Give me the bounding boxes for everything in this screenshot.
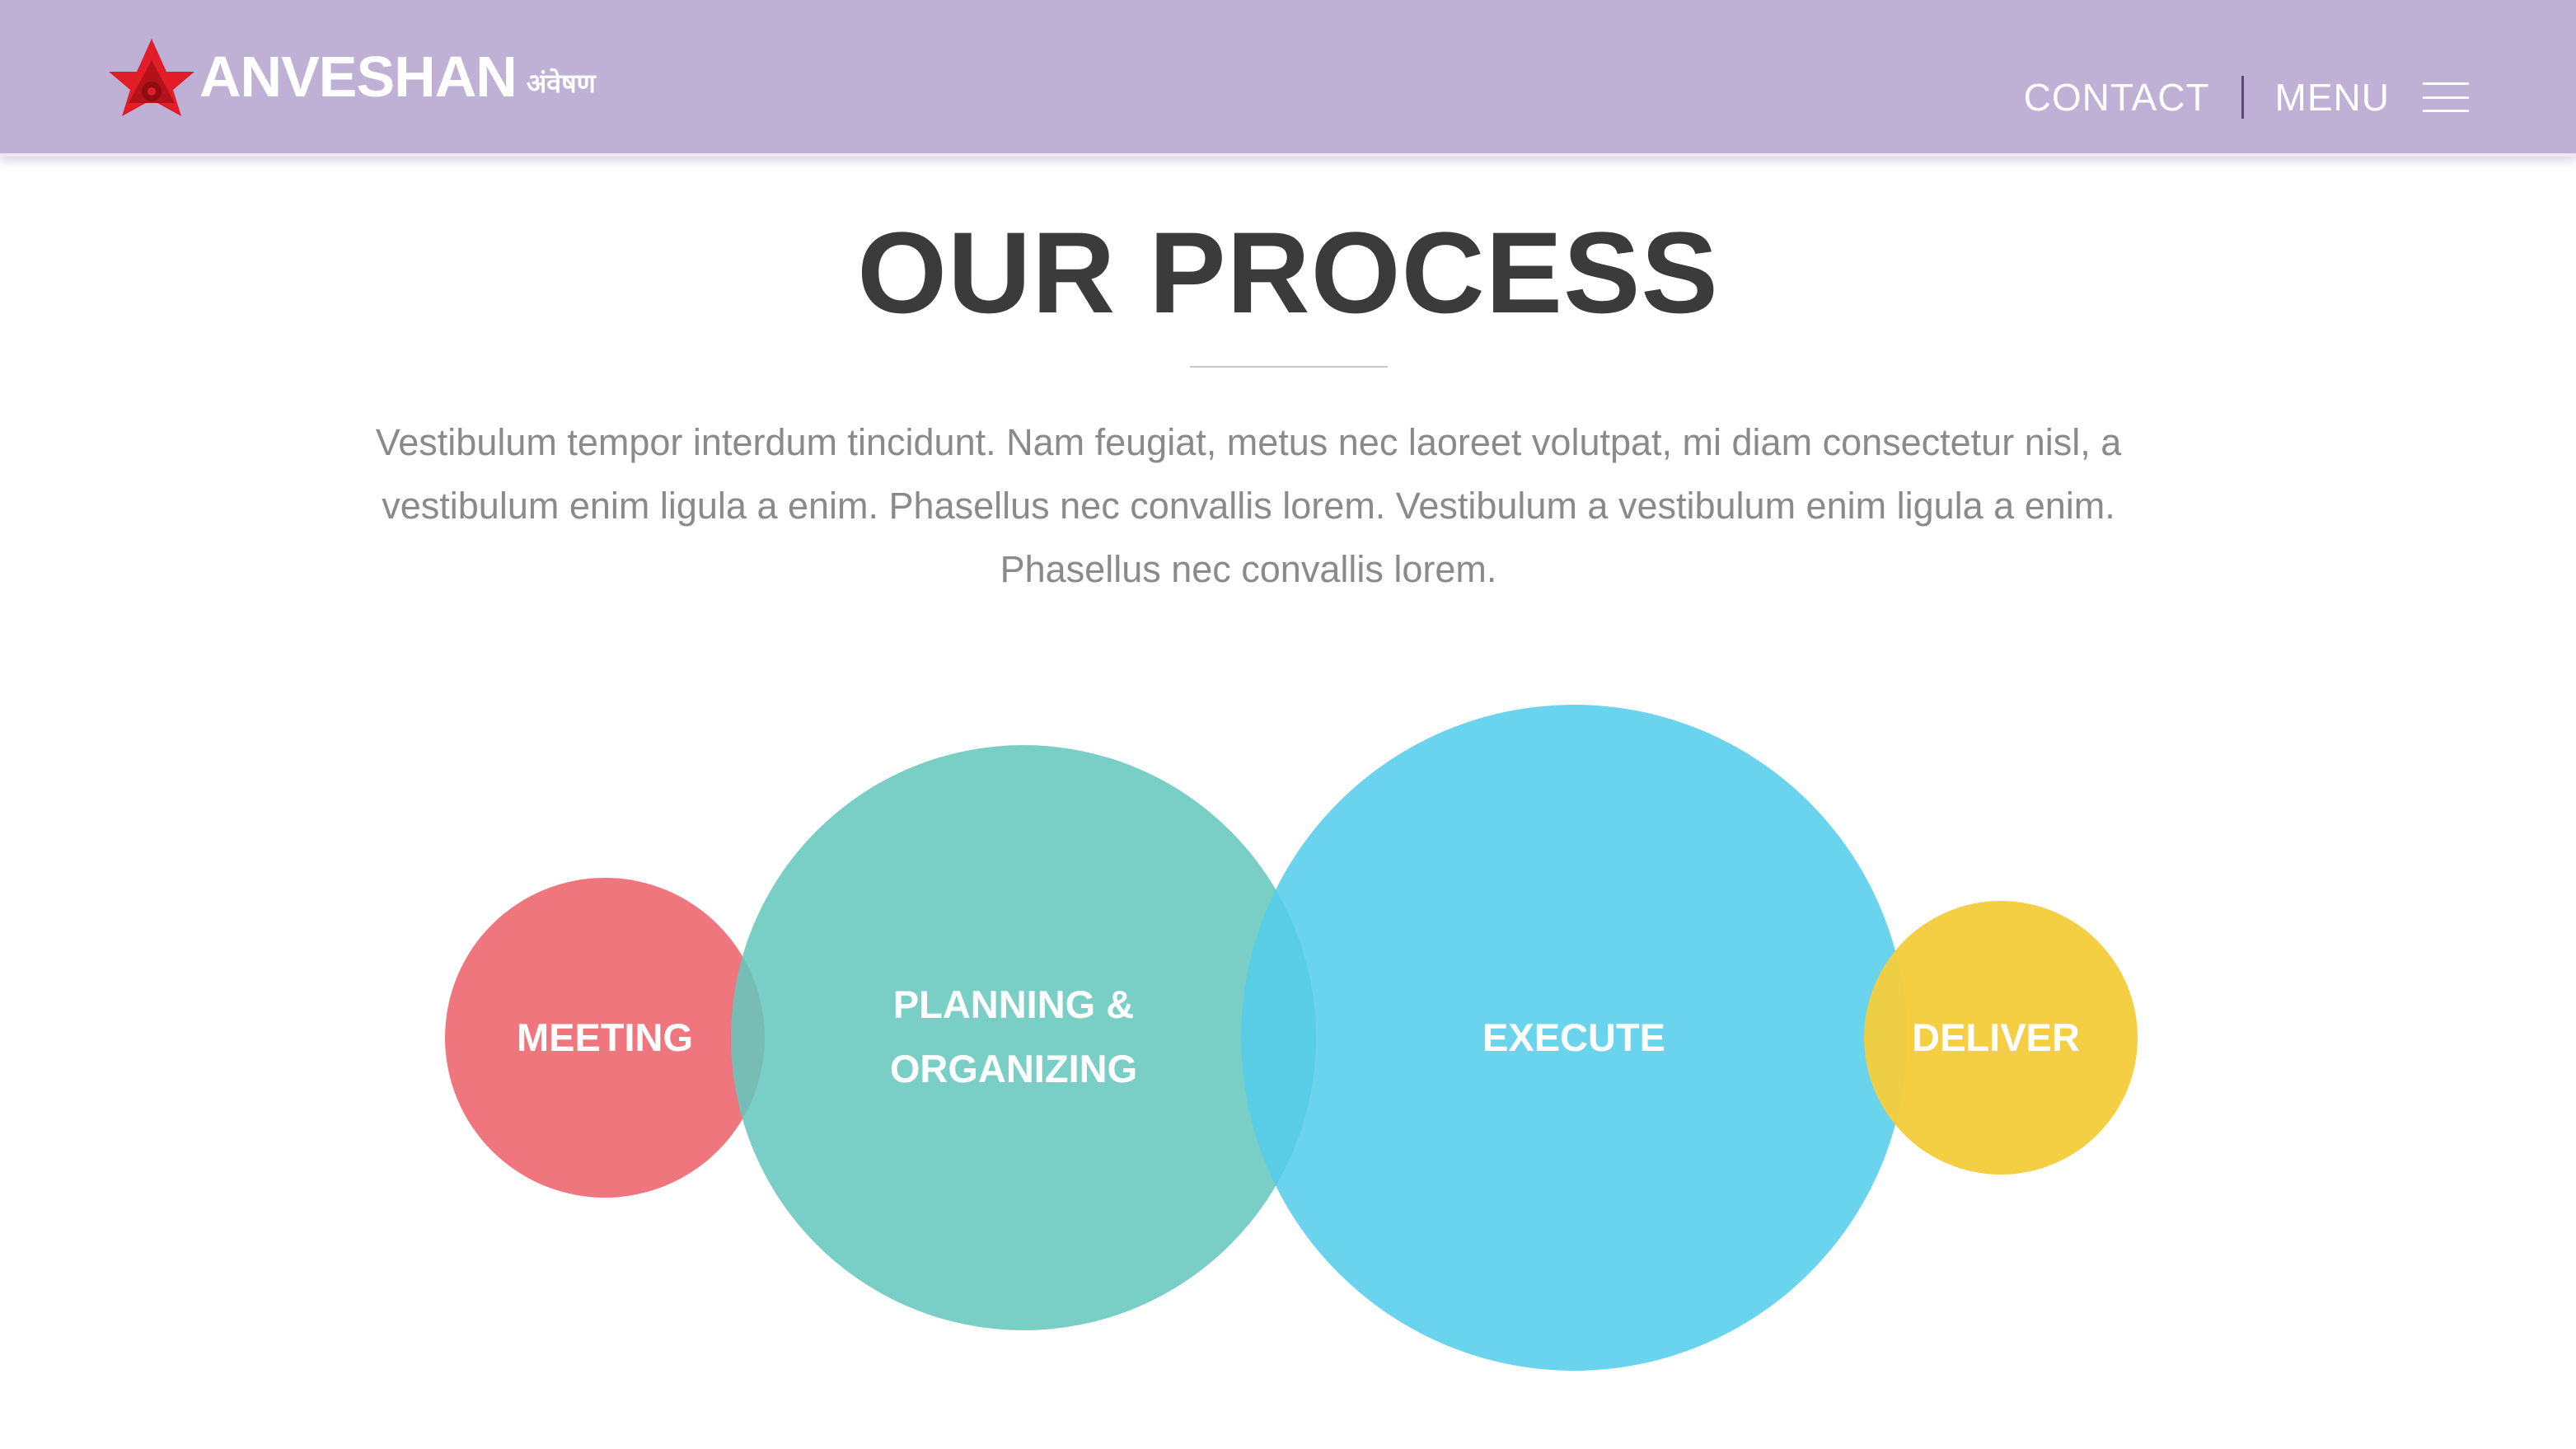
star-eye-logo-icon <box>109 39 194 116</box>
step-label-planning: PLANNING & ORGANIZING <box>849 973 1178 1101</box>
contact-link[interactable]: CONTACT <box>2024 75 2210 120</box>
nav-divider <box>2241 76 2244 119</box>
intro-line: vestibulum enim ligula a enim. Phasellus… <box>382 485 2115 527</box>
brand-logo[interactable]: ANVESHAN अंवेषण <box>105 31 596 122</box>
top-nav: CONTACT MENU <box>2024 68 2469 127</box>
title-divider <box>1190 366 1388 368</box>
menu-link[interactable]: MENU <box>2275 75 2390 120</box>
step-label-execute: EXECUTE <box>1409 1006 1739 1070</box>
intro-text: Vestibulum tempor interdum tincidunt. Na… <box>330 410 2167 601</box>
step-label-line: MEETING <box>516 1015 694 1059</box>
hamburger-icon[interactable] <box>2423 82 2469 112</box>
brand-name: ANVESHAN <box>199 45 518 109</box>
site-header: ANVESHAN अंवेषण CONTACT MENU <box>0 0 2576 157</box>
step-label-line: EXECUTE <box>1482 1015 1665 1059</box>
step-label-line: ORGANIZING <box>889 1047 1138 1090</box>
step-label-line: DELIVER <box>1912 1015 2080 1059</box>
brand-subtitle: अंवेषण <box>526 67 596 99</box>
page: ANVESHAN अंवेषण CONTACT MENU OUR PROCESS… <box>0 0 2576 1449</box>
intro-line: Vestibulum tempor interdum tincidunt. Na… <box>375 421 2122 463</box>
step-label-line: PLANNING & <box>892 982 1135 1026</box>
intro-line: Phasellus nec convallis lorem. <box>1000 548 1497 590</box>
page-title: OUR PROCESS <box>857 208 1719 337</box>
step-label-deliver: DELIVER <box>1831 1006 2161 1070</box>
step-label-meeting: MEETING <box>440 1006 770 1070</box>
